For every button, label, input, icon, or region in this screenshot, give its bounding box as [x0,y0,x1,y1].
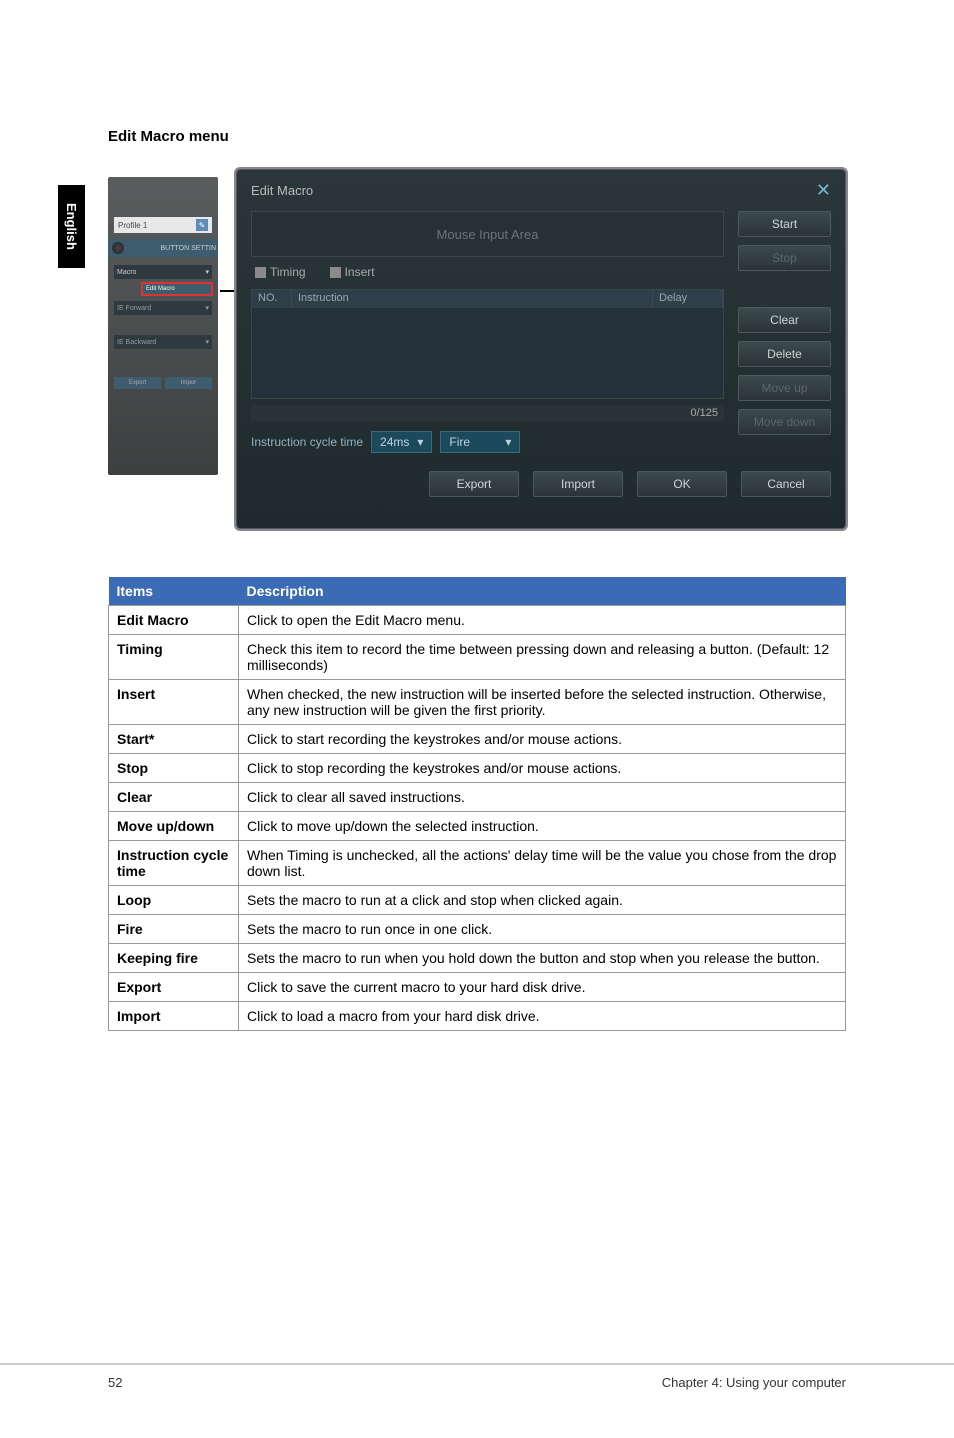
col-instruction: Instruction [292,290,653,308]
panel-export-button[interactable]: Export [114,377,161,389]
button-setting-tab[interactable]: BUTTON SETTIN [108,239,218,257]
chevron-down-icon: ▾ [205,268,209,276]
item-name: Export [109,973,239,1002]
ie-forward-label: IE Forward [117,305,151,312]
item-description: Click to open the Edit Macro menu. [239,606,846,635]
cycle-time-label: Instruction cycle time [251,435,363,449]
language-tab: English [58,185,85,268]
start-button[interactable]: Start [738,211,831,237]
item-description: Click to stop recording the keystrokes a… [239,754,846,783]
screenshot-area: Profile 1 ✎ BUTTON SETTIN Macro ▾ Edit M… [108,169,846,529]
settings-panel: Profile 1 ✎ BUTTON SETTIN Macro ▾ Edit M… [108,177,218,475]
insert-checkbox[interactable]: Insert [330,265,375,279]
item-name: Keeping fire [109,944,239,973]
profile-row[interactable]: Profile 1 ✎ [114,217,212,233]
chevron-down-icon: ▾ [505,435,511,449]
table-row: Instruction cycle timeWhen Timing is unc… [109,841,846,886]
header-description: Description [239,577,846,606]
section-heading: Edit Macro menu [108,128,846,145]
mouse-input-area[interactable]: Mouse Input Area [251,211,724,257]
macro-label: Macro [117,269,136,276]
ie-backward-label: IE Backward [117,339,156,346]
ie-forward-dropdown[interactable]: IE Forward ▾ [114,301,212,315]
table-row: TimingCheck this item to record the time… [109,635,846,680]
table-row: StopClick to stop recording the keystrok… [109,754,846,783]
item-name: Start* [109,725,239,754]
item-description: Click to load a macro from your hard dis… [239,1002,846,1031]
cancel-button[interactable]: Cancel [741,471,831,497]
loop-mode-dropdown[interactable]: Fire▾ [440,431,520,453]
item-description: Click to start recording the keystrokes … [239,725,846,754]
timing-checkbox[interactable]: Timing [255,265,306,279]
page-footer: 52 Chapter 4: Using your computer [0,1363,954,1390]
item-description: Click to save the current macro to your … [239,973,846,1002]
chapter-label: Chapter 4: Using your computer [662,1375,846,1390]
item-description: Sets the macro to run once in one click. [239,915,846,944]
item-name: Clear [109,783,239,812]
item-name: Instruction cycle time [109,841,239,886]
item-name: Loop [109,886,239,915]
ok-button[interactable]: OK [637,471,727,497]
ie-backward-dropdown[interactable]: IE Backward ▾ [114,335,212,349]
item-description: Click to move up/down the selected instr… [239,812,846,841]
chevron-down-icon: ▾ [205,304,209,312]
item-description: Click to clear all saved instructions. [239,783,846,812]
table-row: LoopSets the macro to run at a click and… [109,886,846,915]
profile-label: Profile 1 [118,221,147,230]
table-row: Edit MacroClick to open the Edit Macro m… [109,606,846,635]
stop-button[interactable]: Stop [738,245,831,271]
table-row: Start*Click to start recording the keyst… [109,725,846,754]
clear-button[interactable]: Clear [738,307,831,333]
item-name: Stop [109,754,239,783]
item-description: When Timing is unchecked, all the action… [239,841,846,886]
instruction-table[interactable]: NO. Instruction Delay [251,289,724,399]
item-description: Sets the macro to run at a click and sto… [239,886,846,915]
item-description: When checked, the new instruction will b… [239,680,846,725]
item-name: Move up/down [109,812,239,841]
table-row: ClearClick to clear all saved instructio… [109,783,846,812]
cycle-time-dropdown[interactable]: 24ms▾ [371,431,432,453]
instruction-counter: 0/125 [251,405,724,421]
macro-dropdown[interactable]: Macro ▾ [114,265,212,279]
edit-macro-button[interactable]: Edit Macro [142,283,212,295]
table-row: ImportClick to load a macro from your ha… [109,1002,846,1031]
panel-import-button[interactable]: Impor [165,377,212,389]
table-row: FireSets the macro to run once in one cl… [109,915,846,944]
table-row: InsertWhen checked, the new instruction … [109,680,846,725]
table-row: Keeping fireSets the macro to run when y… [109,944,846,973]
item-description: Sets the macro to run when you hold down… [239,944,846,973]
page-number: 52 [108,1375,122,1390]
header-items: Items [109,577,239,606]
item-description: Check this item to record the time betwe… [239,635,846,680]
move-down-button[interactable]: Move down [738,409,831,435]
col-no: NO. [252,290,292,308]
chevron-down-icon: ▾ [417,435,423,449]
item-name: Edit Macro [109,606,239,635]
item-name: Fire [109,915,239,944]
timing-label: Timing [270,265,306,279]
delete-button[interactable]: Delete [738,341,831,367]
items-description-table: Items Description Edit MacroClick to ope… [108,577,846,1031]
chevron-down-icon: ▾ [205,338,209,346]
item-name: Insert [109,680,239,725]
item-name: Import [109,1002,239,1031]
export-button[interactable]: Export [429,471,519,497]
import-button[interactable]: Import [533,471,623,497]
table-row: Move up/downClick to move up/down the se… [109,812,846,841]
pencil-icon[interactable]: ✎ [196,219,208,231]
table-row: ExportClick to save the current macro to… [109,973,846,1002]
insert-label: Insert [345,265,375,279]
edit-macro-dialog: Edit Macro ✕ Mouse Input Area Timing Ins… [236,169,846,529]
item-name: Timing [109,635,239,680]
move-up-button[interactable]: Move up [738,375,831,401]
dialog-title: Edit Macro [251,183,313,198]
col-delay: Delay [653,290,723,308]
close-icon[interactable]: ✕ [816,180,831,201]
